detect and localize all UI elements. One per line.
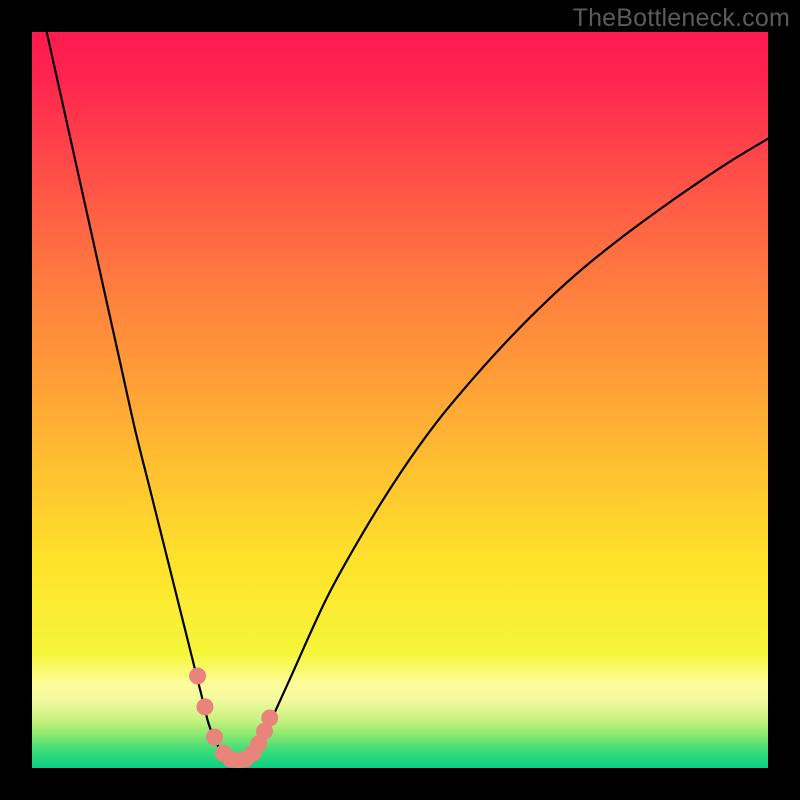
gradient-background [32,32,768,768]
chart-frame: TheBottleneck.com [0,0,800,800]
watermark-text: TheBottleneck.com [573,4,790,33]
marker-point [206,729,223,746]
marker-point [196,698,213,715]
plot-svg [32,32,768,768]
plot-area [32,32,768,768]
marker-point [261,709,278,726]
marker-point [189,668,206,685]
